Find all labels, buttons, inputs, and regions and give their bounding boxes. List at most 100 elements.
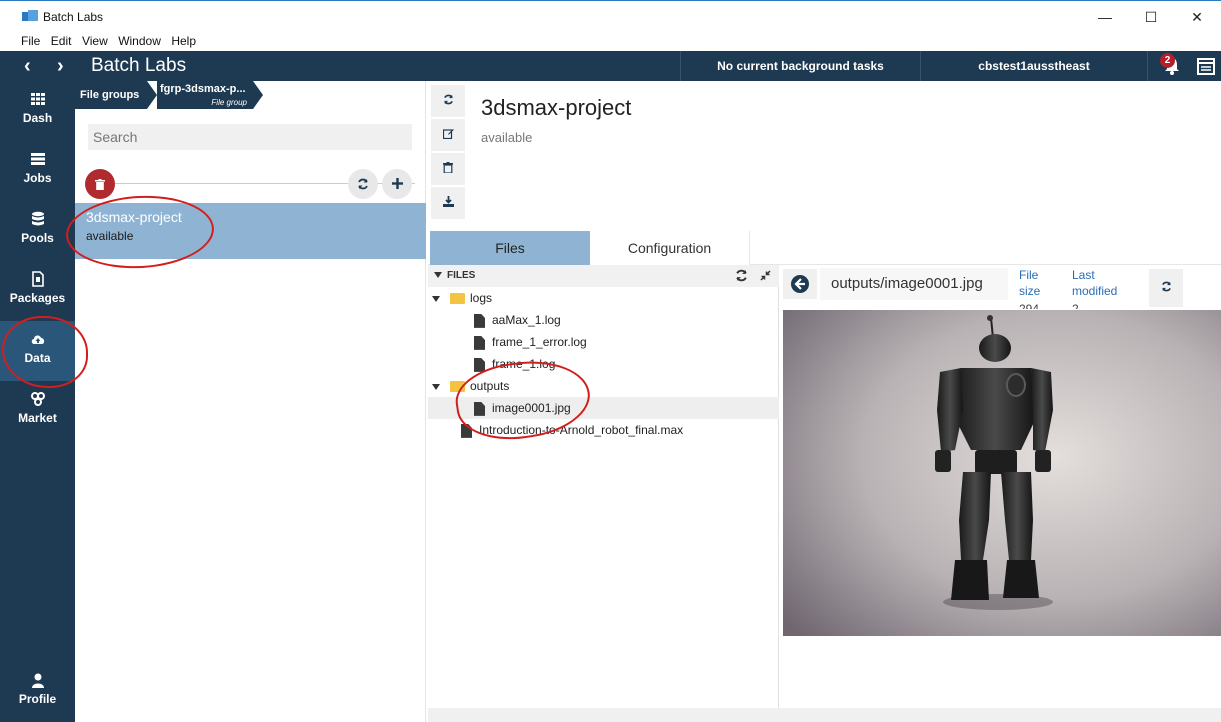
download-icon [442,196,454,207]
back-arrow-button[interactable] [783,269,817,299]
database-icon [31,211,44,226]
tree-folder-outputs[interactable]: outputs [428,375,779,397]
left-navigation: Dash Jobs Pools Packages Data Market Pro… [0,81,75,722]
menu-window[interactable]: Window [118,32,161,50]
refresh-icon [1161,281,1171,292]
tree-folder-logs[interactable]: logs [428,287,779,309]
collapse-icon[interactable] [760,270,771,281]
list-icon [30,153,45,165]
refresh-preview-button[interactable] [1149,269,1183,307]
caret-down-icon[interactable] [434,272,442,279]
edit-button[interactable] [431,119,465,151]
breadcrumb-arrow [147,81,157,109]
nav-data[interactable]: Data [0,321,75,381]
package-icon [31,271,44,287]
last-modified-label: Last modified [1072,268,1118,298]
folder-icon [450,293,465,305]
menu-bar: File Edit View Window Help [0,32,1221,51]
refresh-tree-icon[interactable] [735,269,748,282]
plus-icon [391,178,403,189]
account-selector[interactable]: cbstest1ausstheast [920,51,1148,81]
tree-file-selected[interactable]: image0001.jpg [428,397,779,419]
caret-down-icon[interactable] [432,383,440,390]
refresh-icon [443,94,453,105]
breadcrumb-current-type: File group [211,98,247,107]
nav-packages-label: Packages [9,291,66,305]
tree-file[interactable]: frame_1_error.log [428,331,779,353]
nav-profile-label: Profile [18,692,57,706]
trash-icon [443,162,453,174]
delete-detail-button[interactable] [431,153,465,185]
nav-packages[interactable]: Packages [0,261,75,321]
menu-file[interactable]: File [21,32,40,50]
breadcrumb-current[interactable]: fgrp-3dsmax-p... File group [157,81,253,109]
tree-file[interactable]: aaMax_1.log [428,309,779,331]
file-group-name: 3dsmax-project [86,209,182,225]
file-tree-header: FILES [428,265,779,287]
tab-files[interactable]: Files [430,231,590,265]
file-group-list-panel: File groups fgrp-3dsmax-p... File group … [75,81,426,722]
forward-button[interactable]: › [57,55,64,78]
maximize-button[interactable]: ☐ [1128,5,1174,29]
background-tasks-status[interactable]: No current background tasks [680,51,920,81]
nav-jobs[interactable]: Jobs [0,141,75,201]
breadcrumb-current-label: fgrp-3dsmax-p... [160,83,246,95]
minimize-button[interactable]: — [1082,5,1128,29]
nav-profile[interactable]: Profile [0,662,75,722]
user-icon [31,673,44,688]
add-button[interactable] [382,169,412,199]
tree-item-label: logs [470,291,493,305]
file-path: outputs/image0001.jpg [820,268,1008,300]
file-tree-title: FILES [447,270,476,281]
search-input[interactable] [88,124,412,150]
file-icon [461,423,472,438]
menu-edit[interactable]: Edit [51,32,72,50]
tree-file[interactable]: frame_1.log [428,353,779,375]
file-icon [474,357,485,372]
nav-jobs-label: Jobs [23,171,52,185]
nav-dash-label: Dash [22,111,53,125]
tree-item-label: image0001.jpg [492,401,571,415]
image-preview [783,310,1221,636]
last-modified-value: 2 [1072,302,1079,309]
nav-pools[interactable]: Pools [0,201,75,261]
file-icon [474,401,485,416]
refresh-detail-button[interactable] [431,85,465,117]
nav-market-label: Market [18,411,57,425]
status-label: available [481,130,533,145]
file-tree: FILES logs aaMax_1.log frame_1_error.log… [428,265,779,708]
notification-badge: 2 [1160,53,1175,68]
folder-icon [450,381,465,393]
nav-market[interactable]: Market [0,381,75,441]
refresh-icon [358,178,368,190]
nav-pools-label: Pools [21,231,54,245]
file-group-status: available [86,229,134,243]
tree-item-label: Introduction-to-Arnold_robot_final.max [479,423,684,437]
list-item[interactable]: 3dsmax-project available [75,203,426,259]
nav-dash[interactable]: Dash [0,81,75,141]
file-size-value: 294 [1019,302,1040,309]
refresh-button[interactable] [348,169,378,199]
tab-configuration[interactable]: Configuration [590,231,750,265]
tree-item-label: frame_1.log [492,357,556,371]
cloud-upload-icon [31,335,44,344]
delete-button[interactable] [85,169,115,199]
file-size-label: File size [1019,268,1041,298]
back-button[interactable]: ‹ [24,55,31,78]
tree-file[interactable]: Introduction-to-Arnold_robot_final.max [428,419,779,441]
calendar-icon[interactable] [1197,57,1215,75]
breadcrumb-file-groups[interactable]: File groups [75,81,147,109]
breadcrumb-arrow [253,81,263,109]
caret-down-icon[interactable] [432,295,440,302]
menu-help[interactable]: Help [171,32,196,50]
nav-data-label: Data [24,351,51,365]
page-title: 3dsmax-project [481,95,632,120]
close-button[interactable]: ✕ [1174,5,1220,29]
download-button[interactable] [431,187,465,219]
app-brand: Batch Labs [91,55,187,76]
file-icon [474,335,485,350]
file-icon [474,313,485,328]
tree-item-label: aaMax_1.log [492,313,561,327]
window-titlebar: Batch Labs — ☐ ✕ [0,0,1221,32]
menu-view[interactable]: View [82,32,108,50]
